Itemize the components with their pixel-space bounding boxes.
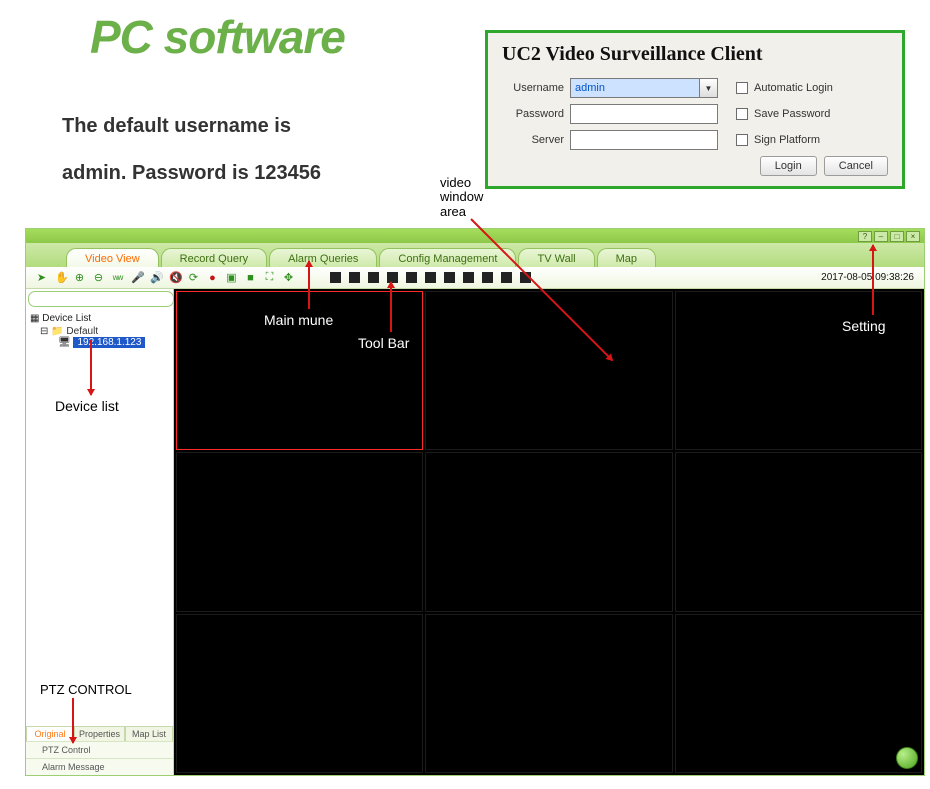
password-label: Password bbox=[502, 108, 564, 120]
default-label: Default bbox=[66, 326, 98, 337]
layout-4-icon[interactable] bbox=[349, 272, 360, 283]
username-dropdown-button[interactable]: ▼ bbox=[700, 78, 718, 98]
search-input[interactable] bbox=[28, 291, 174, 307]
volume-up-icon[interactable]: 🔊 bbox=[150, 271, 161, 284]
layout-16-icon[interactable] bbox=[444, 272, 455, 283]
device-list-label: Device List bbox=[42, 313, 91, 324]
ptz-control-panel[interactable]: PTZ Control bbox=[26, 741, 173, 758]
sidebar-bottom-tabs: Original Properties Map List bbox=[26, 726, 173, 741]
arrow-main-menu bbox=[308, 261, 310, 309]
username-label: Username bbox=[502, 82, 564, 94]
video-cell-2[interactable] bbox=[425, 291, 672, 450]
tab-video-view[interactable]: Video View bbox=[66, 248, 159, 267]
zoom-in-icon[interactable]: ⊕ bbox=[74, 271, 85, 284]
expand-icon[interactable]: ⊟ bbox=[40, 326, 48, 337]
video-cell-8[interactable] bbox=[425, 614, 672, 773]
tab-record-query[interactable]: Record Query bbox=[161, 248, 267, 267]
mic-icon[interactable]: 🎤 bbox=[131, 271, 142, 284]
annotation-main-menu: Main mune bbox=[264, 312, 333, 328]
video-cell-5[interactable] bbox=[425, 452, 672, 611]
save-password-label: Save Password bbox=[754, 108, 830, 120]
login-button[interactable]: Login bbox=[760, 156, 817, 176]
snapshot-icon[interactable]: ▣ bbox=[226, 271, 237, 284]
sidebar-tab-original[interactable]: Original bbox=[26, 726, 74, 741]
sign-platform-checkbox[interactable] bbox=[736, 134, 748, 146]
layout-6-icon[interactable] bbox=[368, 272, 379, 283]
sidebar-footer: PTZ Control Alarm Message bbox=[26, 741, 173, 775]
titlebar: ? – □ × bbox=[26, 229, 924, 243]
device-ip[interactable]: 192.168.1.123 bbox=[73, 337, 145, 348]
toolbar: ➤ ✋ ⊕ ⊖ ww 🎤 🔊 🔇 ⟳ ● ▣ ■ ⛶ ✥ 2017-08-05 … bbox=[26, 267, 924, 289]
text-tool-icon[interactable]: ww bbox=[112, 273, 123, 282]
tab-config-management[interactable]: Config Management bbox=[379, 248, 516, 267]
arrow-setting bbox=[872, 245, 874, 315]
layout-1-icon[interactable] bbox=[330, 272, 341, 283]
help-button[interactable]: ? bbox=[858, 231, 872, 242]
hand-icon[interactable]: ✋ bbox=[55, 271, 66, 284]
video-cell-9[interactable] bbox=[675, 614, 922, 773]
device-list-icon: ▦ bbox=[30, 313, 39, 324]
stop-all-icon[interactable]: ■ bbox=[245, 272, 256, 284]
save-password-checkbox[interactable] bbox=[736, 108, 748, 120]
video-grid bbox=[174, 289, 924, 775]
sign-platform-label: Sign Platform bbox=[754, 134, 820, 146]
annotation-ptz-control: PTZ CONTROL bbox=[40, 682, 132, 697]
subtext-line2: admin. Password is 123456 bbox=[62, 162, 321, 185]
sidebar: 🔍 ▦ Device List ⊟ 📁 Default 🖥 192.168.1.… bbox=[26, 289, 174, 775]
tree-node-default: ⊟ 📁 Default bbox=[30, 326, 169, 337]
annotation-device-list: Device list bbox=[55, 398, 119, 414]
close-button[interactable]: × bbox=[906, 231, 920, 242]
layout-9-icon[interactable] bbox=[406, 272, 417, 283]
subtext-line1: The default username is bbox=[62, 115, 291, 138]
folder-icon: 📁 bbox=[51, 326, 63, 337]
layout-25-icon[interactable] bbox=[463, 272, 474, 283]
video-cell-4[interactable] bbox=[176, 452, 423, 611]
video-cell-6[interactable] bbox=[675, 452, 922, 611]
server-input[interactable] bbox=[570, 130, 718, 150]
username-input[interactable] bbox=[570, 78, 700, 98]
arrow-device-list bbox=[90, 340, 92, 395]
layout-36-icon[interactable] bbox=[482, 272, 493, 283]
tab-tv-wall[interactable]: TV Wall bbox=[518, 248, 594, 267]
sidebar-tab-properties[interactable]: Properties bbox=[74, 726, 125, 741]
zoom-out-icon[interactable]: ⊖ bbox=[93, 271, 104, 284]
main-tabs: Video View Record Query Alarm Queries Co… bbox=[26, 243, 924, 267]
login-dialog: UC2 Video Surveillance Client Username ▼… bbox=[485, 30, 905, 189]
tab-map[interactable]: Map bbox=[597, 248, 656, 267]
fullscreen-icon[interactable]: ⛶ bbox=[264, 271, 275, 284]
video-cell-7[interactable] bbox=[176, 614, 423, 773]
device-tree[interactable]: ▦ Device List ⊟ 📁 Default 🖥 192.168.1.12… bbox=[26, 309, 173, 726]
login-title: UC2 Video Surveillance Client bbox=[488, 33, 902, 74]
cancel-button[interactable]: Cancel bbox=[824, 156, 888, 176]
tab-alarm-queries[interactable]: Alarm Queries bbox=[269, 248, 377, 267]
password-input[interactable] bbox=[570, 104, 718, 124]
annotation-tool-bar: Tool Bar bbox=[358, 335, 409, 351]
timestamp: 2017-08-05 09:38:26 bbox=[821, 272, 914, 283]
server-label: Server bbox=[502, 134, 564, 146]
alarm-message-panel[interactable]: Alarm Message bbox=[26, 758, 173, 775]
auto-login-label: Automatic Login bbox=[754, 82, 833, 94]
annotation-video-window-area: video window area bbox=[440, 176, 483, 219]
corner-badge-icon bbox=[896, 747, 918, 769]
layout-49-icon[interactable] bbox=[501, 272, 512, 283]
tree-node-device: 🖥 192.168.1.123 bbox=[30, 337, 169, 348]
auto-login-checkbox[interactable] bbox=[736, 82, 748, 94]
page-heading: PC software bbox=[90, 10, 345, 64]
device-icon: 🖥 bbox=[58, 337, 71, 348]
pointer-icon[interactable]: ➤ bbox=[36, 271, 47, 284]
refresh-icon[interactable]: ⟳ bbox=[188, 271, 199, 284]
sidebar-tab-map-list[interactable]: Map List bbox=[125, 726, 173, 741]
record-icon[interactable]: ● bbox=[207, 272, 218, 284]
maximize-button[interactable]: □ bbox=[890, 231, 904, 242]
expand-icon[interactable]: ✥ bbox=[283, 271, 294, 284]
video-cell-3[interactable] bbox=[675, 291, 922, 450]
layout-13-icon[interactable] bbox=[425, 272, 436, 283]
tree-root-device-list: ▦ Device List bbox=[30, 313, 169, 324]
mute-icon[interactable]: 🔇 bbox=[169, 271, 180, 284]
minimize-button[interactable]: – bbox=[874, 231, 888, 242]
annotation-setting: Setting bbox=[842, 318, 886, 334]
app-window: ? – □ × Video View Record Query Alarm Qu… bbox=[25, 228, 925, 776]
arrow-ptz-control bbox=[72, 698, 74, 743]
arrow-tool-bar bbox=[390, 282, 392, 332]
